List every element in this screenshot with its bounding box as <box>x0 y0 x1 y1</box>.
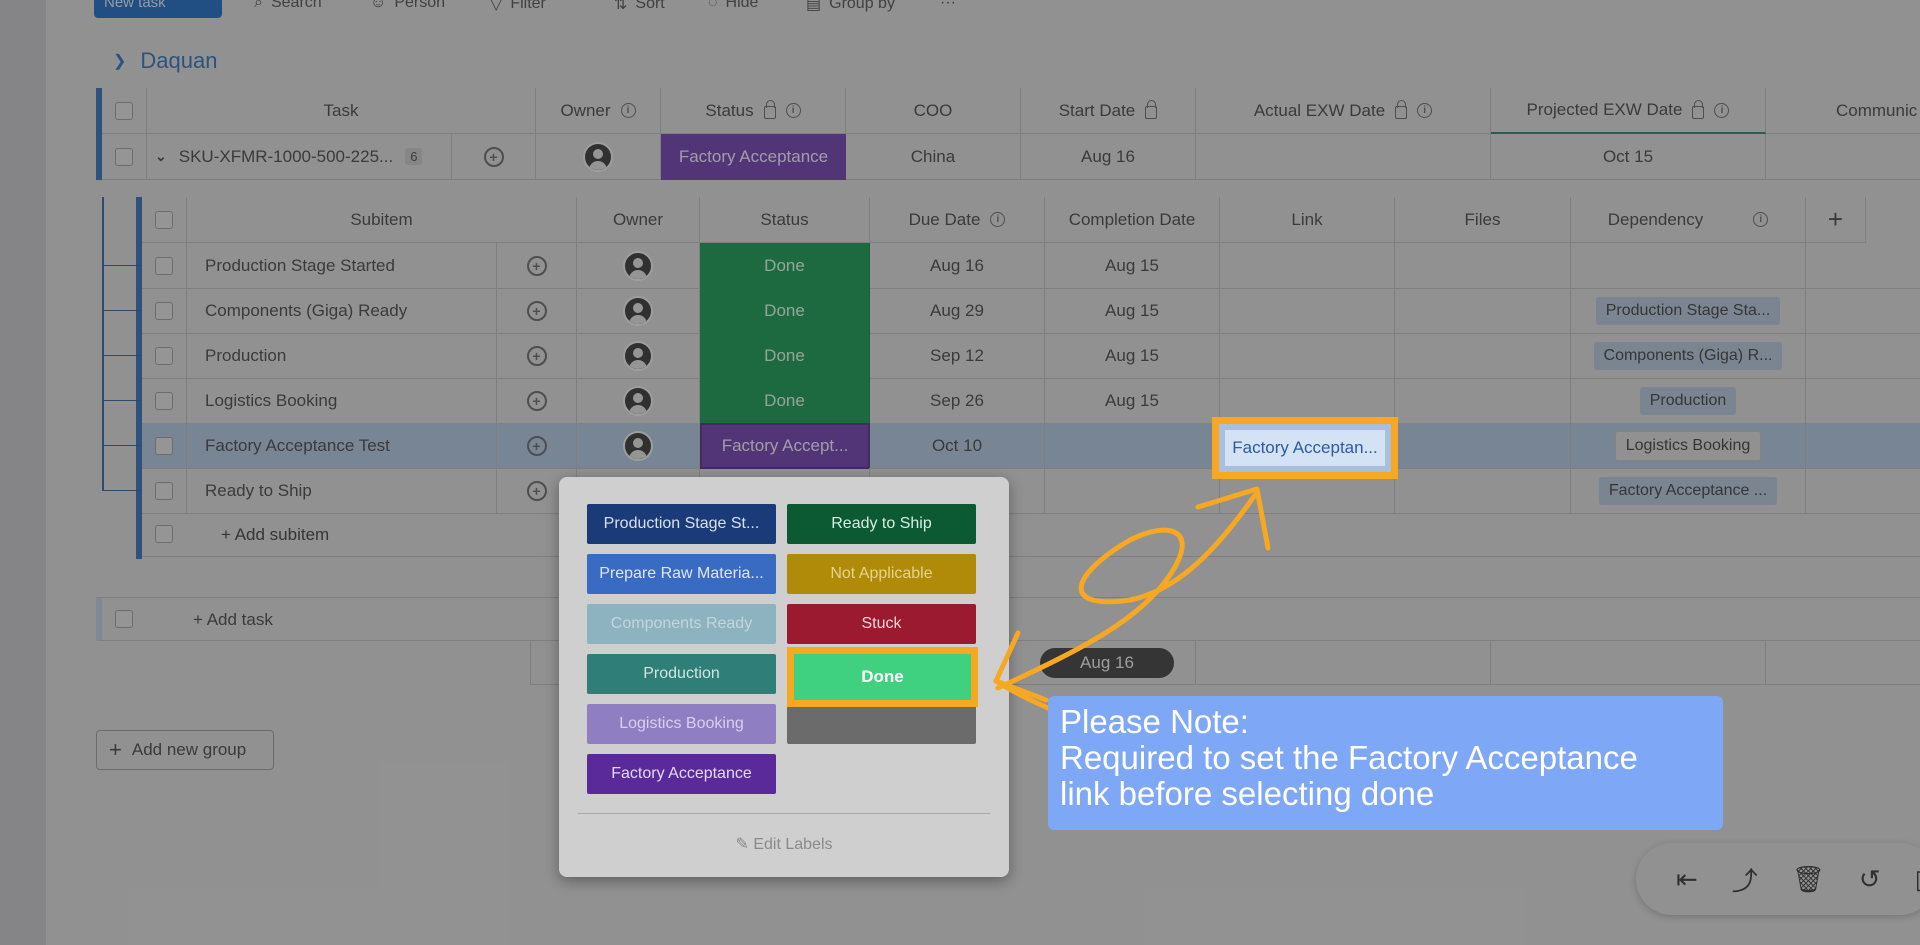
note-callout: Please Note: Required to set the Factory… <box>1048 696 1723 830</box>
note-line-3: link before selecting done <box>1060 775 1435 812</box>
note-line-1: Please Note: <box>1060 703 1249 740</box>
note-line-2: Required to set the Factory Acceptance <box>1060 739 1638 776</box>
arrow-to-link <box>995 492 1258 691</box>
arrow-head-to-link <box>1195 486 1271 551</box>
